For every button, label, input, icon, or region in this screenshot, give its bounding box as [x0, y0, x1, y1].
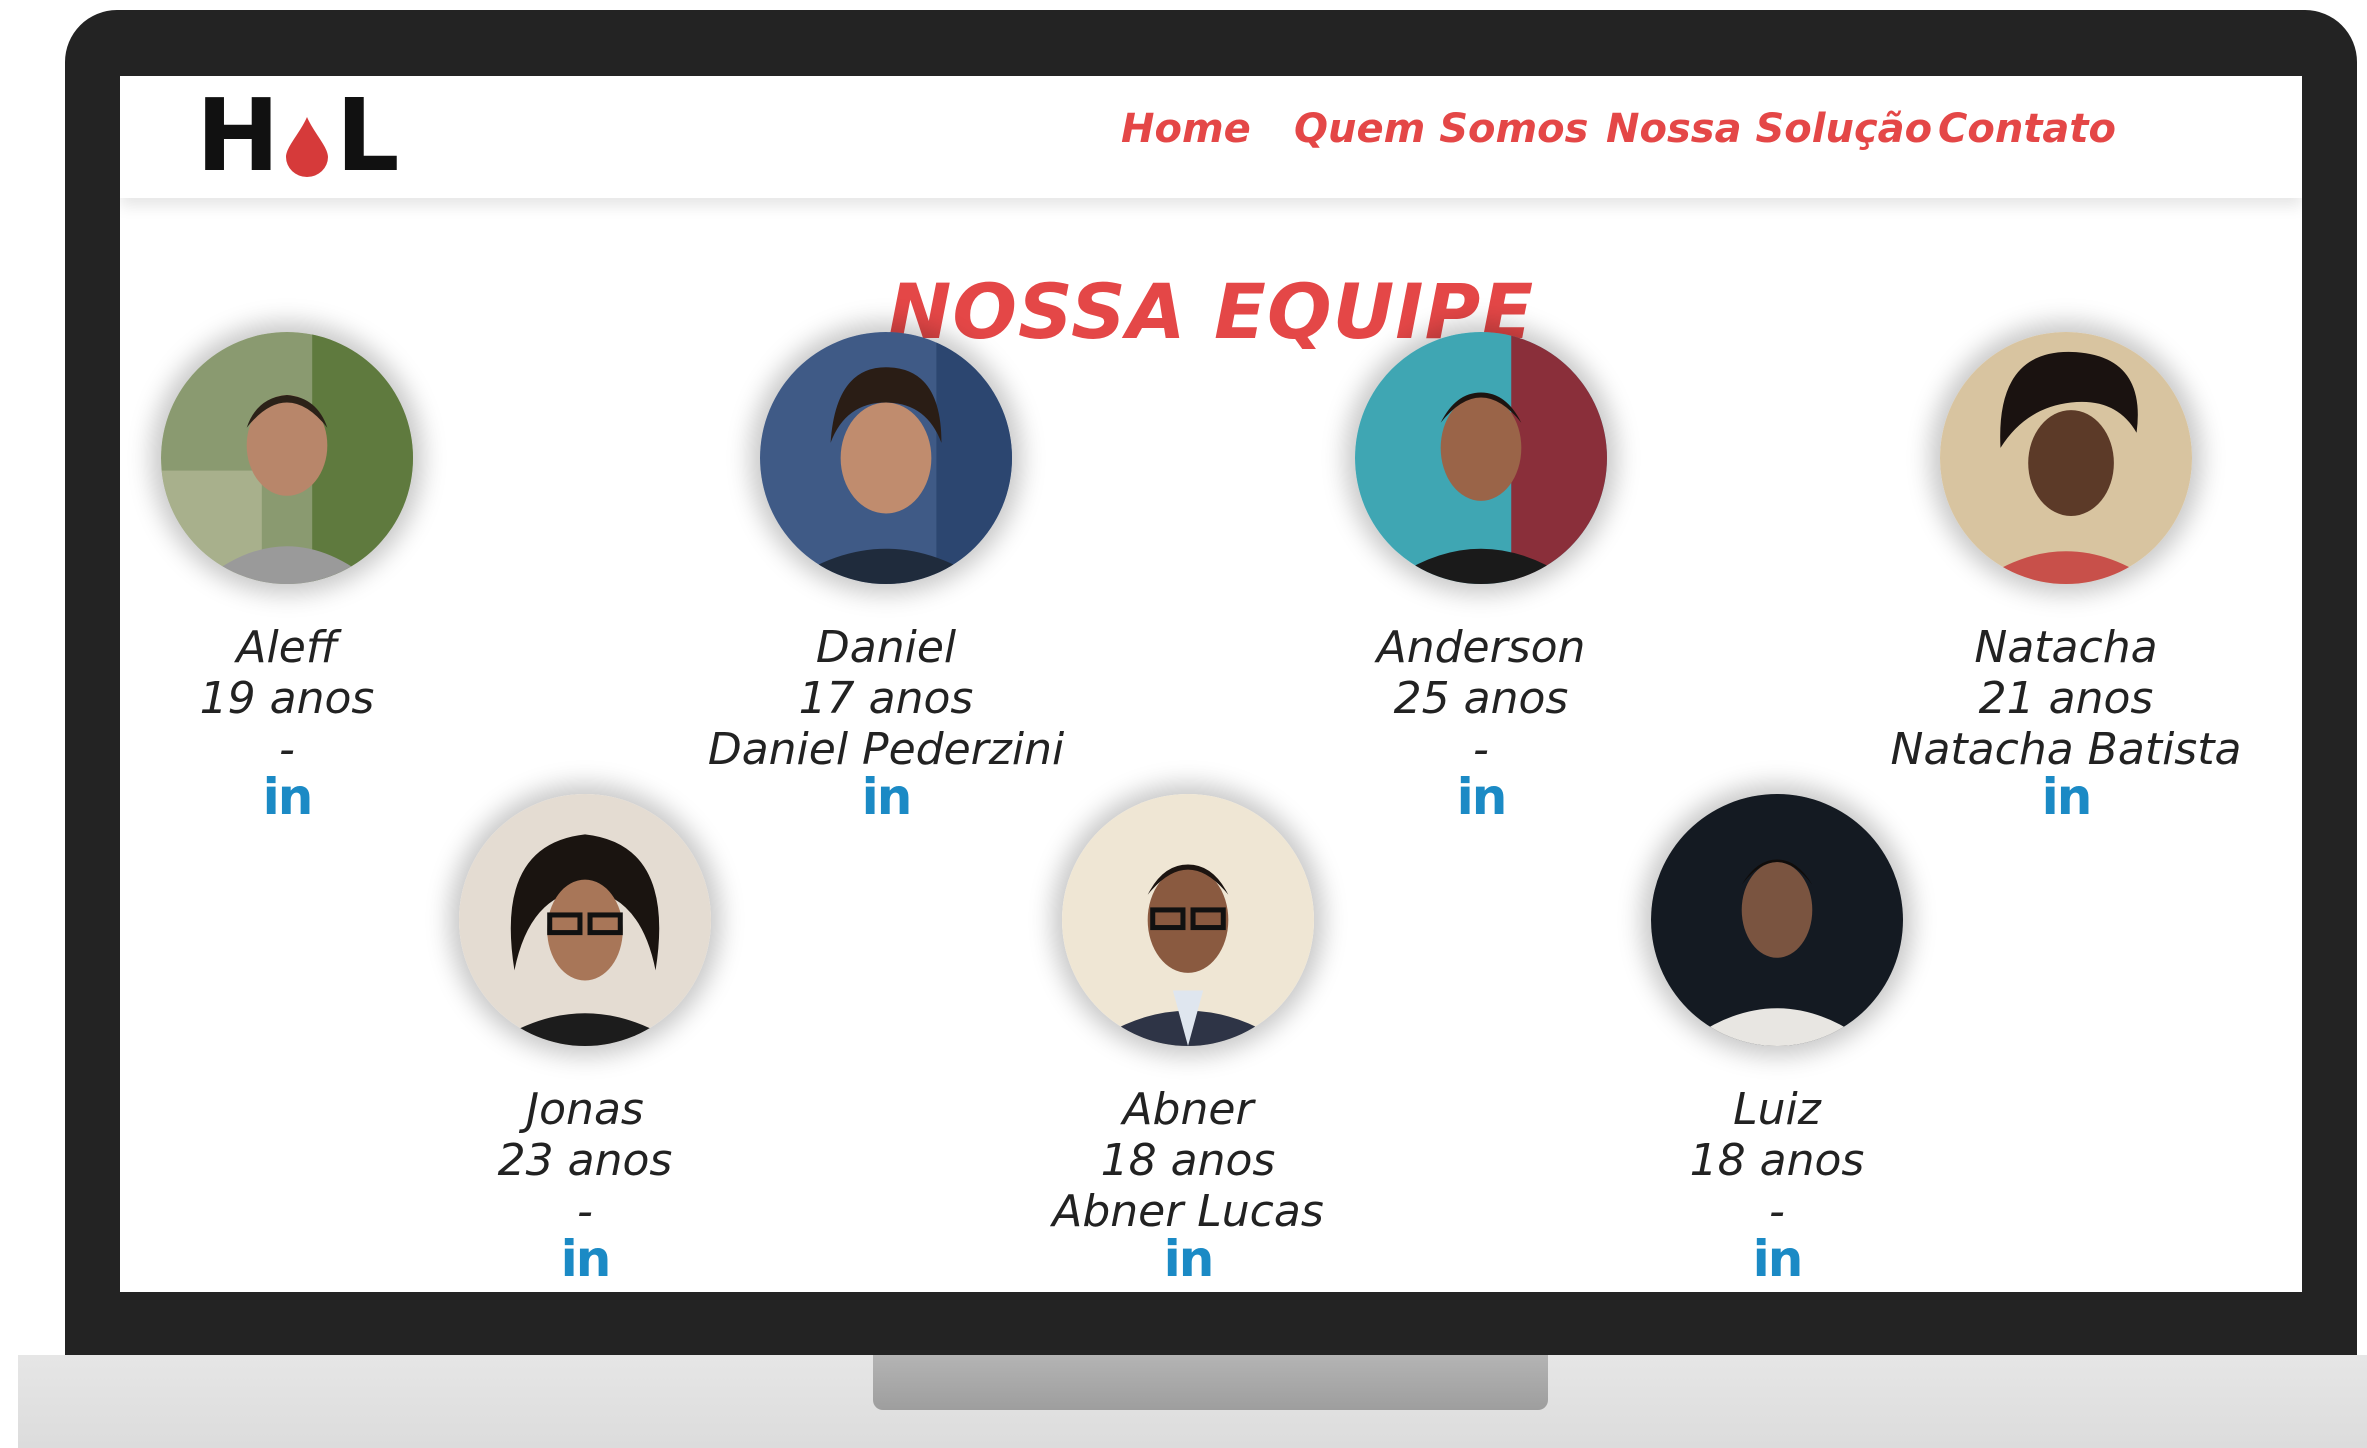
avatar	[760, 332, 1012, 584]
member-name: Aleff	[236, 622, 338, 673]
member-card: Jonas 23 anos - in	[365, 794, 805, 1284]
photo-aleff	[161, 332, 413, 584]
member-age: 23 anos	[497, 1135, 673, 1186]
website-screen: H L Home Quem Somos Nossa Solução Contat…	[120, 76, 2302, 1292]
avatar	[1940, 332, 2192, 584]
member-info: Natacha 21 anos Natacha Batista	[1846, 622, 2286, 775]
linkedin-icon[interactable]: in	[968, 1234, 1408, 1284]
linkedin-icon[interactable]: in	[1557, 1234, 1997, 1284]
member-info: Daniel 17 anos Daniel Pederzini	[666, 622, 1106, 775]
photo-daniel	[760, 332, 1012, 584]
nav-nossa-solucao[interactable]: Nossa Solução	[1606, 106, 1932, 152]
laptop-notch	[873, 1355, 1548, 1410]
member-info: Luiz 18 anos -	[1557, 1084, 1997, 1237]
member-age: 21 anos	[1978, 673, 2154, 724]
member-card: Anderson 25 anos - in	[1261, 332, 1701, 822]
avatar	[161, 332, 413, 584]
member-card: Abner 18 anos Abner Lucas in	[968, 794, 1408, 1284]
photo-jonas	[459, 794, 711, 1046]
member-card: Daniel 17 anos Daniel Pederzini in	[666, 332, 1106, 822]
member-name: Luiz	[1733, 1084, 1821, 1135]
member-age: 18 anos	[1689, 1135, 1865, 1186]
member-linkedin-name: -	[279, 724, 295, 775]
member-age: 25 anos	[1393, 673, 1569, 724]
member-info: Abner 18 anos Abner Lucas	[968, 1084, 1408, 1237]
member-name: Abner	[1122, 1084, 1254, 1135]
laptop-mockup: H L Home Quem Somos Nossa Solução Contat…	[0, 0, 2367, 1448]
member-info: Jonas 23 anos -	[365, 1084, 805, 1237]
member-name: Natacha	[1974, 622, 2158, 673]
member-info: Anderson 25 anos -	[1261, 622, 1701, 775]
photo-abner	[1062, 794, 1314, 1046]
member-card: Aleff 19 anos - in	[120, 332, 507, 822]
member-info: Aleff 19 anos -	[120, 622, 507, 775]
member-name: Jonas	[526, 1084, 644, 1135]
nav-contato[interactable]: Contato	[1938, 106, 2116, 152]
navbar: H L Home Quem Somos Nossa Solução Contat…	[120, 76, 2302, 198]
linkedin-icon[interactable]: in	[365, 1234, 805, 1284]
member-age: 18 anos	[1100, 1135, 1276, 1186]
photo-natacha	[1940, 332, 2192, 584]
member-name: Anderson	[1376, 622, 1586, 673]
main-nav: Home Quem Somos Nossa Solução Contato	[120, 106, 2302, 166]
member-age: 19 anos	[199, 673, 375, 724]
photo-luiz	[1651, 794, 1903, 1046]
member-card: Natacha 21 anos Natacha Batista in	[1846, 332, 2286, 822]
avatar	[1062, 794, 1314, 1046]
avatar	[459, 794, 711, 1046]
photo-anderson	[1355, 332, 1607, 584]
member-card: Luiz 18 anos - in	[1557, 794, 1997, 1284]
avatar	[1355, 332, 1607, 584]
nav-quem-somos[interactable]: Quem Somos	[1294, 106, 1588, 152]
nav-home[interactable]: Home	[1121, 106, 1251, 152]
member-name: Daniel	[815, 622, 957, 673]
avatar	[1651, 794, 1903, 1046]
member-age: 17 anos	[798, 673, 974, 724]
